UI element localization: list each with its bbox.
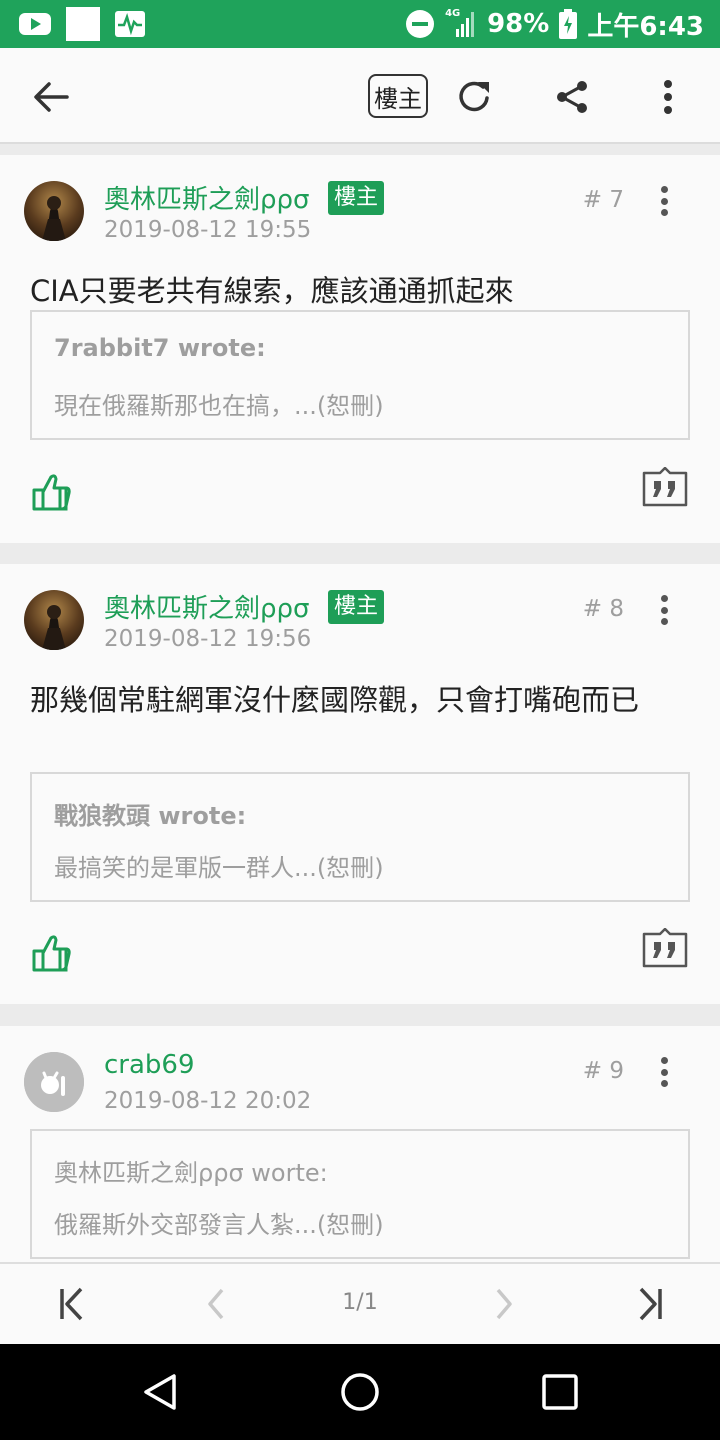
last-page-button[interactable] [630, 1284, 670, 1324]
quote-text: 俄羅斯外交部發言人紮...(恕刪) [54, 1211, 384, 1239]
next-page-button[interactable] [484, 1284, 524, 1324]
back-arrow-icon [34, 82, 69, 112]
status-bar-system: 4G 98% 上午6:43 [405, 6, 704, 42]
quote-block: 奧林匹斯之劍ρρσ worte: 俄羅斯外交部發言人紮...(恕刪) [30, 1129, 690, 1259]
post-floor-number: # 7 [582, 187, 624, 213]
system-navigation-bar [0, 1344, 720, 1440]
like-button[interactable] [30, 472, 74, 512]
status-time: 上午6:43 [587, 11, 704, 42]
square-icon [66, 7, 100, 41]
post-more-button[interactable] [652, 1054, 676, 1090]
status-bar: 4G 98% 上午6:43 [0, 0, 720, 48]
more-options-button[interactable] [641, 70, 695, 124]
youtube-icon [19, 13, 51, 35]
share-icon [557, 81, 587, 113]
post-card: 奧林匹斯之劍ρρσ 樓主 2019-08-12 19:55 # 7 CIA只要老… [0, 155, 720, 543]
battery-icon [559, 9, 578, 39]
thumbs-up-icon [32, 474, 71, 511]
quote-text: 現在俄羅斯那也在搞，...(恕刪) [54, 392, 384, 420]
post-more-button[interactable] [652, 183, 676, 219]
post-author[interactable]: 奧林匹斯之劍ρρσ [104, 179, 310, 216]
post-card: crab69 2019-08-12 20:02 # 9 奧林匹斯之劍ρρσ wo… [0, 1026, 720, 1262]
battery-percent: 98% [487, 9, 550, 39]
quote-text: 最搞笑的是軍版一群人...(恕刪) [54, 854, 384, 882]
quote-author: 戰狼教頭 wrote: [54, 802, 247, 830]
quote-icon [642, 927, 688, 968]
nav-back-button[interactable] [138, 1370, 182, 1414]
like-button[interactable] [30, 933, 74, 973]
nav-recents-icon [542, 1374, 578, 1410]
more-vert-icon [664, 80, 672, 114]
signal-icon: 4G [445, 9, 477, 39]
quote-reply-button[interactable] [642, 927, 688, 968]
last-page-icon [639, 1287, 662, 1321]
top-toolbar [0, 48, 720, 144]
nav-home-icon [341, 1373, 379, 1411]
quote-author: 7rabbit7 wrote: [54, 334, 266, 362]
op-badge: 樓主 [328, 590, 385, 624]
first-page-icon [60, 1287, 83, 1321]
activity-icon [115, 11, 145, 37]
op-only-filter-button[interactable]: 樓主 [368, 74, 428, 118]
quote-reply-button[interactable] [642, 466, 688, 507]
pagination-bar: 1/1 [0, 1262, 720, 1344]
post-timestamp: 2019-08-12 19:55 [104, 217, 312, 243]
share-button[interactable] [545, 70, 599, 124]
status-bar-notifications [18, 7, 146, 41]
nav-home-button[interactable] [338, 1370, 382, 1414]
quote-block: 7rabbit7 wrote: 現在俄羅斯那也在搞，...(恕刪) [30, 310, 690, 440]
nav-back-icon [144, 1374, 176, 1410]
do-not-disturb-icon [406, 10, 435, 38]
post-timestamp: 2019-08-12 19:56 [104, 626, 312, 652]
refresh-button[interactable] [448, 70, 502, 124]
refresh-icon [459, 81, 489, 112]
avatar[interactable] [24, 1052, 84, 1112]
prev-page-icon [208, 1288, 224, 1320]
post-timestamp: 2019-08-12 20:02 [104, 1088, 312, 1114]
quote-icon [642, 466, 688, 507]
avatar[interactable] [24, 590, 84, 650]
op-badge: 樓主 [328, 181, 385, 215]
quote-author: 奧林匹斯之劍ρρσ worte: [54, 1159, 328, 1187]
first-page-button[interactable] [52, 1284, 92, 1324]
post-floor-number: # 8 [582, 596, 624, 622]
post-floor-number: # 9 [582, 1058, 624, 1084]
nav-recents-button[interactable] [538, 1370, 582, 1414]
post-body: 那幾個常駐網軍沒什麼國際觀，只會打嘴砲而已 [30, 683, 640, 717]
prev-page-button[interactable] [196, 1284, 236, 1324]
thumbs-up-icon [32, 935, 71, 972]
post-author[interactable]: crab69 [104, 1050, 195, 1080]
avatar[interactable] [24, 181, 84, 241]
post-feed[interactable]: 奧林匹斯之劍ρρσ 樓主 2019-08-12 19:55 # 7 CIA只要老… [0, 150, 720, 1262]
page-indicator: 1/1 [342, 1290, 378, 1315]
back-button[interactable] [24, 70, 78, 124]
post-author[interactable]: 奧林匹斯之劍ρρσ [104, 588, 310, 625]
next-page-icon [496, 1288, 512, 1320]
post-more-button[interactable] [652, 592, 676, 628]
quote-block: 戰狼教頭 wrote: 最搞笑的是軍版一群人...(恕刪) [30, 772, 690, 902]
post-card: 奧林匹斯之劍ρρσ 樓主 2019-08-12 19:56 # 8 那幾個常駐網… [0, 564, 720, 1004]
